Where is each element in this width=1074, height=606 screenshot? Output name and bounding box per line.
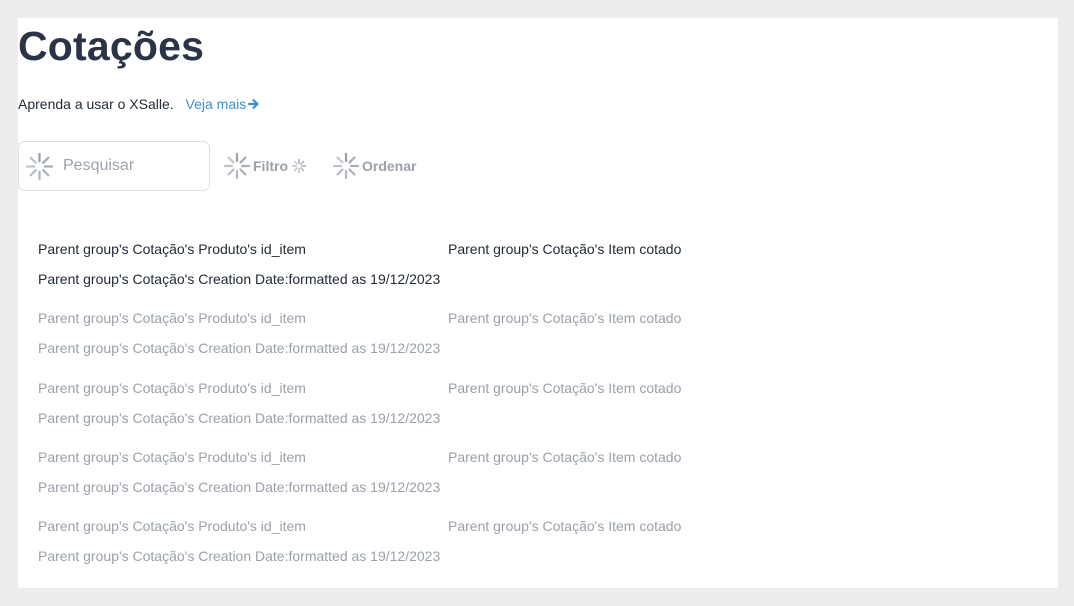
quotes-list: Parent group's Cotação's Produto's id_it… [38,236,738,582]
filter-button[interactable]: Filtro [223,152,307,180]
creation-date-cell[interactable]: Parent group's Cotação's Creation Date:f… [38,409,440,427]
help-text: Aprenda a usar o XSalle. [18,96,174,112]
item-quoted-cell[interactable]: Parent group's Cotação's Item cotado [448,517,681,535]
see-more-link[interactable]: Veja mais [186,96,261,112]
item-id-cell[interactable]: Parent group's Cotação's Produto's id_it… [38,309,306,327]
order-button[interactable]: Ordenar [332,152,417,180]
item-id-cell[interactable]: Parent group's Cotação's Produto's id_it… [38,517,306,535]
list-item[interactable]: Parent group's Cotação's Produto's id_it… [38,444,738,513]
creation-date-cell[interactable]: Parent group's Cotação's Creation Date:f… [38,270,440,288]
item-quoted-cell[interactable]: Parent group's Cotação's Item cotado [448,309,681,327]
item-quoted-cell[interactable]: Parent group's Cotação's Item cotado [448,240,681,258]
order-label: Ordenar [362,158,417,174]
item-quoted-cell[interactable]: Parent group's Cotação's Item cotado [448,379,681,397]
creation-date-cell[interactable]: Parent group's Cotação's Creation Date:f… [38,478,440,496]
main-panel: Cotações Aprenda a usar o XSalle. Veja m… [18,18,1058,588]
creation-date-cell[interactable]: Parent group's Cotação's Creation Date:f… [38,339,440,357]
list-item[interactable]: Parent group's Cotação's Produto's id_it… [38,375,738,444]
item-id-cell[interactable]: Parent group's Cotação's Produto's id_it… [38,379,306,397]
list-item[interactable]: Parent group's Cotação's Produto's id_it… [38,513,738,582]
arrow-right-icon [248,96,260,114]
item-quoted-cell[interactable]: Parent group's Cotação's Item cotado [448,448,681,466]
creation-date-cell[interactable]: Parent group's Cotação's Creation Date:f… [38,547,440,565]
item-id-cell[interactable]: Parent group's Cotação's Produto's id_it… [38,448,306,466]
spinner-icon [291,158,307,174]
search-box[interactable] [18,141,210,191]
filter-label: Filtro [253,158,288,174]
list-item[interactable]: Parent group's Cotação's Produto's id_it… [38,236,738,305]
search-input[interactable] [61,156,205,176]
item-id-cell[interactable]: Parent group's Cotação's Produto's id_it… [38,240,306,258]
list-item[interactable]: Parent group's Cotação's Produto's id_it… [38,305,738,374]
page-title: Cotações [18,23,205,69]
spinner-icon [25,152,54,180]
spinner-icon [223,152,251,180]
help-line: Aprenda a usar o XSalle. Veja mais [18,95,260,114]
see-more-label: Veja mais [185,96,247,112]
spinner-icon [332,152,360,180]
